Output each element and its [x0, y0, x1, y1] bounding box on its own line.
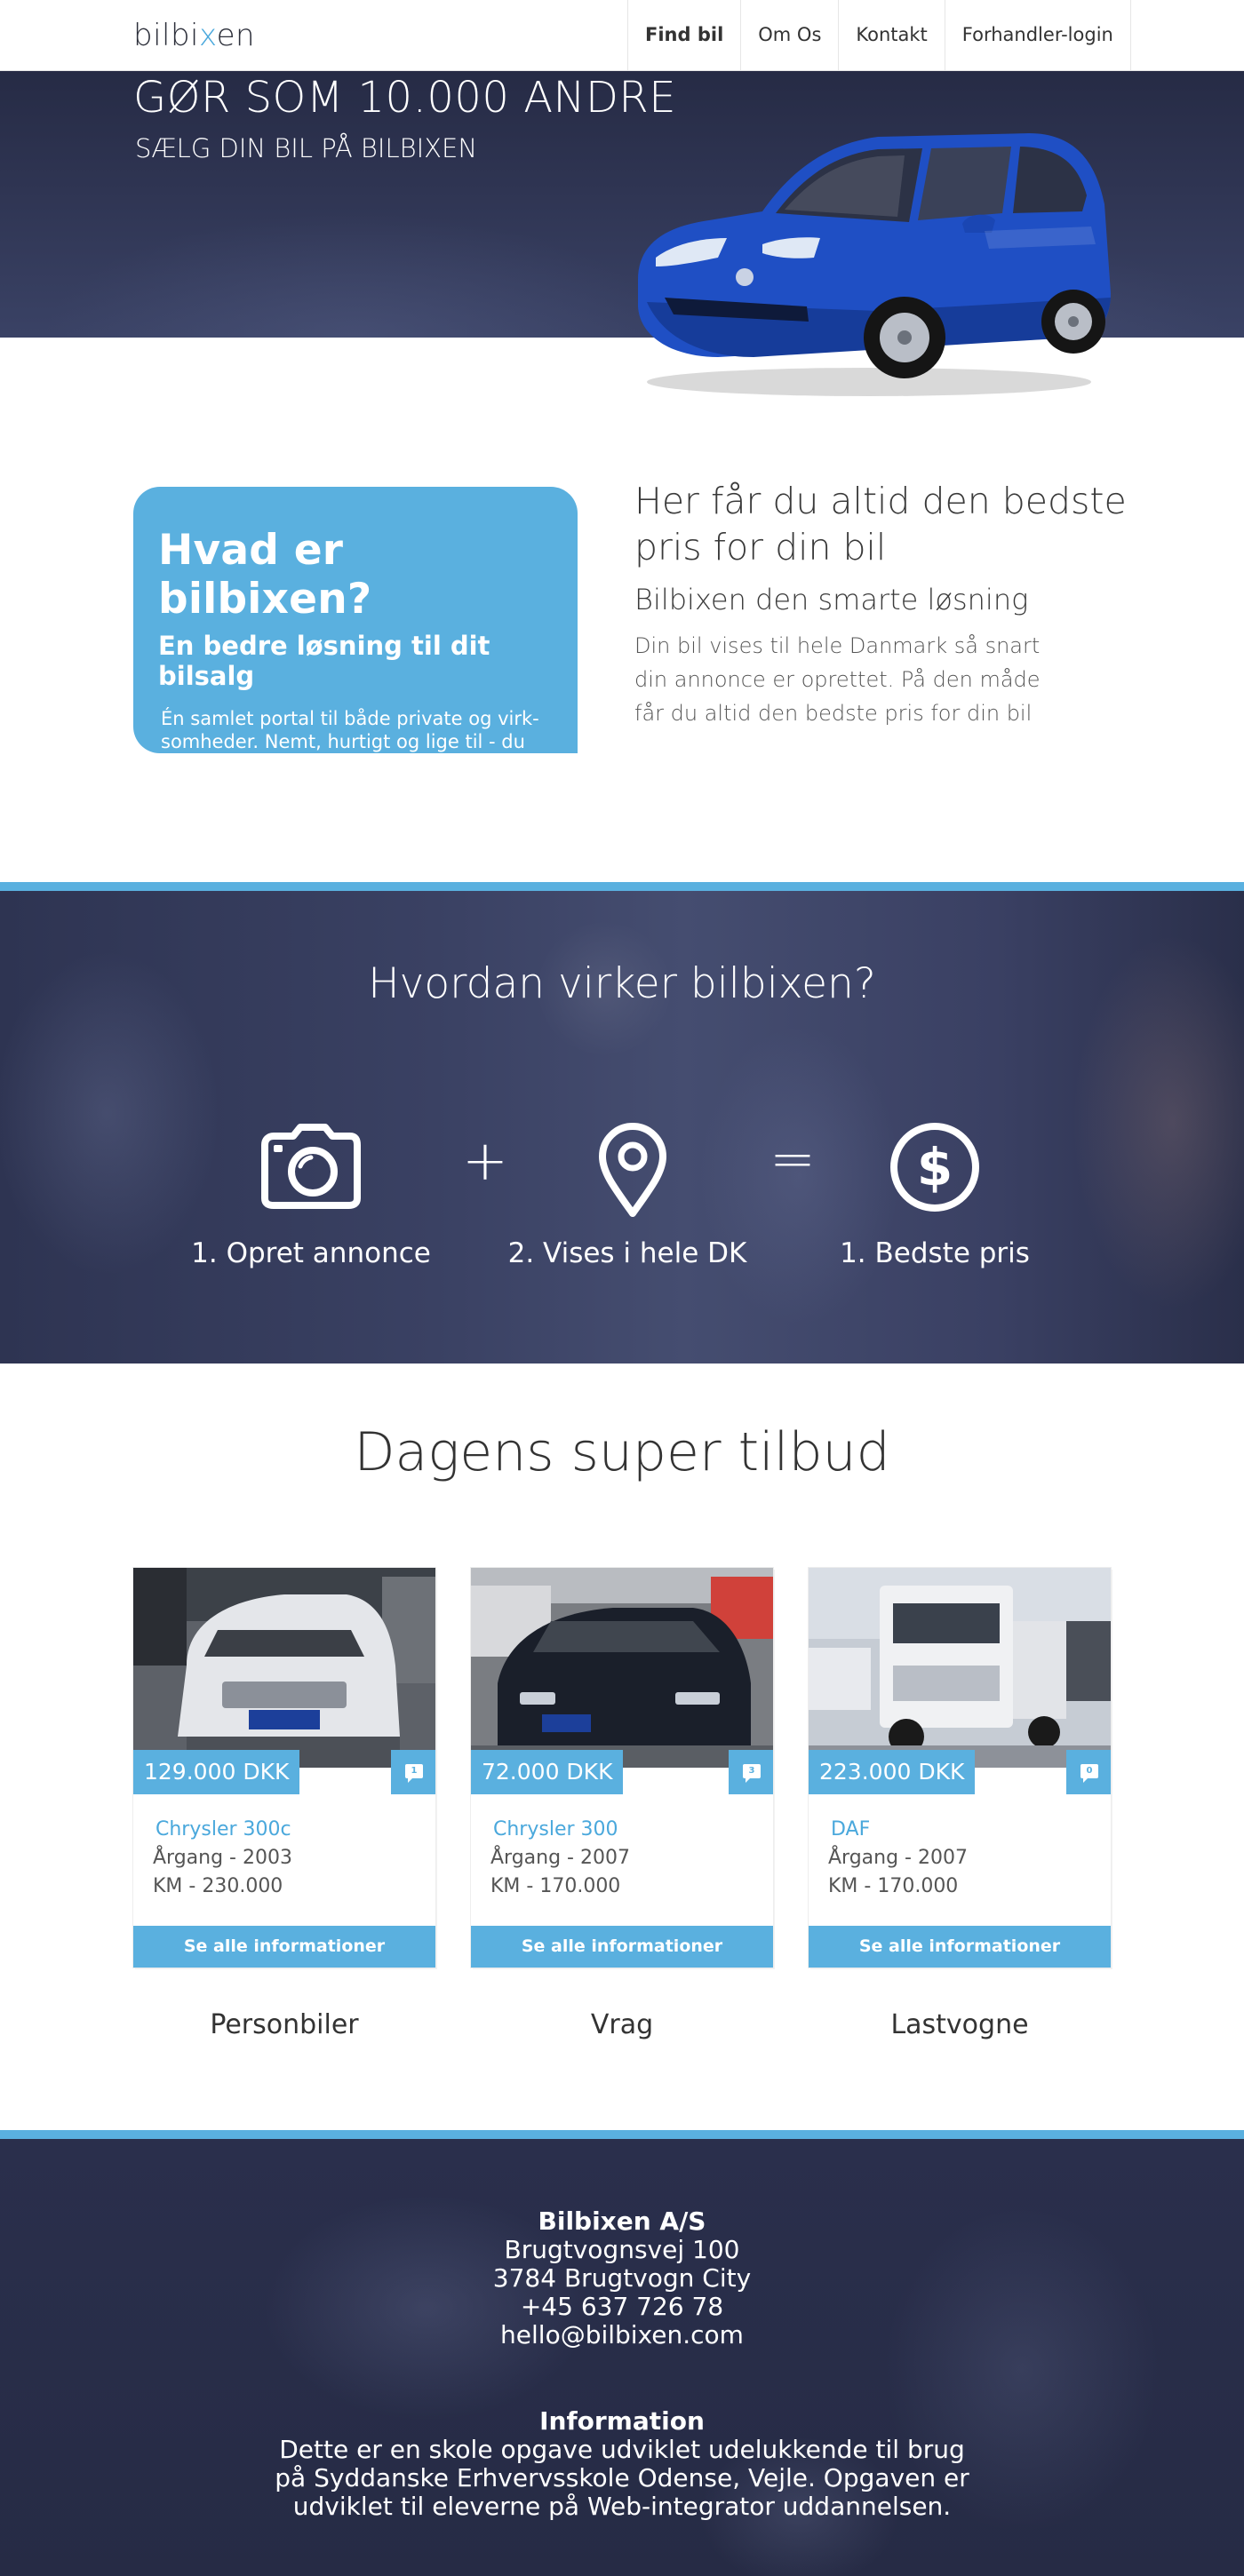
- nav-link-kontakt[interactable]: Kontakt: [838, 0, 944, 71]
- intro-heading: Her får du altid den bedste pris for din…: [634, 480, 1127, 568]
- footer-email[interactable]: hello@bilbixen.com: [0, 2320, 1244, 2349]
- nav-links: Find bil Om Os Kontakt Forhandler-login: [627, 0, 1131, 71]
- offer-km-1: KM - 230.000: [153, 1875, 283, 1897]
- offer-price-3: 223.000 DKK: [809, 1750, 976, 1794]
- step-2-label: 2. Vises i hele DK: [507, 1237, 747, 1269]
- intro-subheading: Bilbixen den smarte løsning: [634, 583, 1029, 616]
- intro-text-block: Her får du altid den bedste pris for din…: [634, 478, 1132, 730]
- how-it-works-title: Hvordan virker bilbixen?: [368, 959, 876, 1008]
- offer-name-2[interactable]: Chrysler 300: [493, 1818, 618, 1841]
- step-3-label: 1. Bedste pris: [840, 1237, 1030, 1269]
- offer-card-3: 223.000 DKK 0 DAF Årgang - 2007 KM - 170…: [809, 1568, 1111, 1968]
- offer-card-2: 72.000 DKK 3 Chrysler 300 Årgang - 2007 …: [471, 1568, 773, 1968]
- see-all-info-button-2[interactable]: Se alle informationer: [471, 1926, 773, 1968]
- comment-count-badge-2[interactable]: 3: [729, 1750, 773, 1794]
- offer-km-3: KM - 170.000: [828, 1875, 959, 1897]
- footer-phone[interactable]: +45 637 726 78: [0, 2292, 1244, 2321]
- dollar-icon: $: [890, 1123, 979, 1212]
- footer-company: Bilbixen A/S: [538, 2206, 706, 2236]
- offer-name-3[interactable]: DAF: [831, 1818, 870, 1841]
- box-text: Én samlet portal til både private og vir…: [161, 708, 549, 775]
- see-all-info-button-3[interactable]: Se alle informationer: [809, 1926, 1111, 1968]
- footer-info-title: Information: [539, 2406, 705, 2436]
- car-photo-chrysler-300c: [133, 1568, 435, 1768]
- offer-name-1[interactable]: Chrysler 300c: [156, 1818, 291, 1841]
- comment-icon: 1: [405, 1764, 423, 1783]
- equals-symbol: =: [770, 1126, 816, 1191]
- offer-year-3: Årgang - 2007: [828, 1847, 968, 1869]
- nav-link-om-os[interactable]: Om Os: [740, 0, 838, 71]
- what-is-bilbixen-box: Hvad er bilbixen? En bedre løsning til d…: [133, 487, 578, 775]
- see-all-info-button-1[interactable]: Se alle informationer: [133, 1926, 435, 1968]
- footer-city: 3784 Brugtvogn City: [492, 2263, 752, 2293]
- hero-subtitle: SÆLG DIN BIL PÅ BILBIXEN: [135, 133, 478, 163]
- camera-icon: [261, 1124, 361, 1209]
- bilbixen-logo[interactable]: bilbixen: [133, 18, 255, 53]
- box-subtitle: En bedre løsning til dit bilsalg: [158, 631, 490, 691]
- logo-text-end: en: [216, 18, 256, 53]
- offer-km-2: KM - 170.000: [490, 1875, 621, 1897]
- footer-info-line-3: udviklet til eleverne på Web-integrator …: [292, 2492, 952, 2521]
- offer-price-1: 129.000 DKK: [133, 1750, 300, 1794]
- footer-address: Brugtvognsvej 100: [504, 2235, 740, 2264]
- box-title: Hvad er bilbixen?: [158, 526, 372, 624]
- top-navbar: bilbixen Find bil Om Os Kontakt Forhandl…: [0, 0, 1244, 71]
- intro-paragraph: Din bil vises til hele Danmark så snart …: [634, 633, 1041, 726]
- car-photo-chrysler-300: [471, 1568, 773, 1768]
- truck-photo-daf: [809, 1568, 1111, 1768]
- offer-price-2: 72.000 DKK: [471, 1750, 624, 1794]
- section-divider-top: [0, 882, 1244, 891]
- logo-text-start: bilbi: [133, 18, 200, 53]
- category-link-lastvogne[interactable]: Lastvogne: [809, 2009, 1111, 2040]
- hero-car-image: [638, 133, 1111, 396]
- offer-year-2: Årgang - 2007: [490, 1847, 630, 1869]
- plus-symbol: +: [462, 1128, 508, 1193]
- step-1-label: 1. Opret annonce: [191, 1237, 431, 1269]
- comment-icon: 0: [1081, 1764, 1098, 1783]
- comment-count-badge-3[interactable]: 0: [1066, 1750, 1111, 1794]
- logo-text-x: x: [199, 18, 217, 53]
- hero-title: GØR SOM 10.000 ANDRE: [133, 73, 677, 123]
- category-link-personbiler[interactable]: Personbiler: [133, 2009, 435, 2040]
- comment-icon: 3: [743, 1764, 761, 1783]
- footer-info-line-1: Dette er en skole opgave udviklet udeluk…: [279, 2435, 965, 2464]
- nav-link-find-bil[interactable]: Find bil: [627, 0, 740, 71]
- comment-count-badge-1[interactable]: 1: [391, 1750, 435, 1794]
- footer-info-line-2: på Syddanske Erhvervsskole Odense, Vejle…: [275, 2463, 969, 2493]
- location-pin-icon: [599, 1123, 666, 1217]
- nav-link-forhandler-login[interactable]: Forhandler-login: [944, 0, 1131, 71]
- svg-text:$: $: [917, 1137, 953, 1197]
- section-divider-footer: [0, 2130, 1244, 2139]
- category-link-vrag[interactable]: Vrag: [471, 2009, 773, 2040]
- offers-title: Dagens super tilbud: [354, 1421, 890, 1483]
- offer-card-1: 129.000 DKK 1 Chrysler 300c Årgang - 200…: [133, 1568, 435, 1968]
- offer-year-1: Årgang - 2003: [153, 1847, 292, 1869]
